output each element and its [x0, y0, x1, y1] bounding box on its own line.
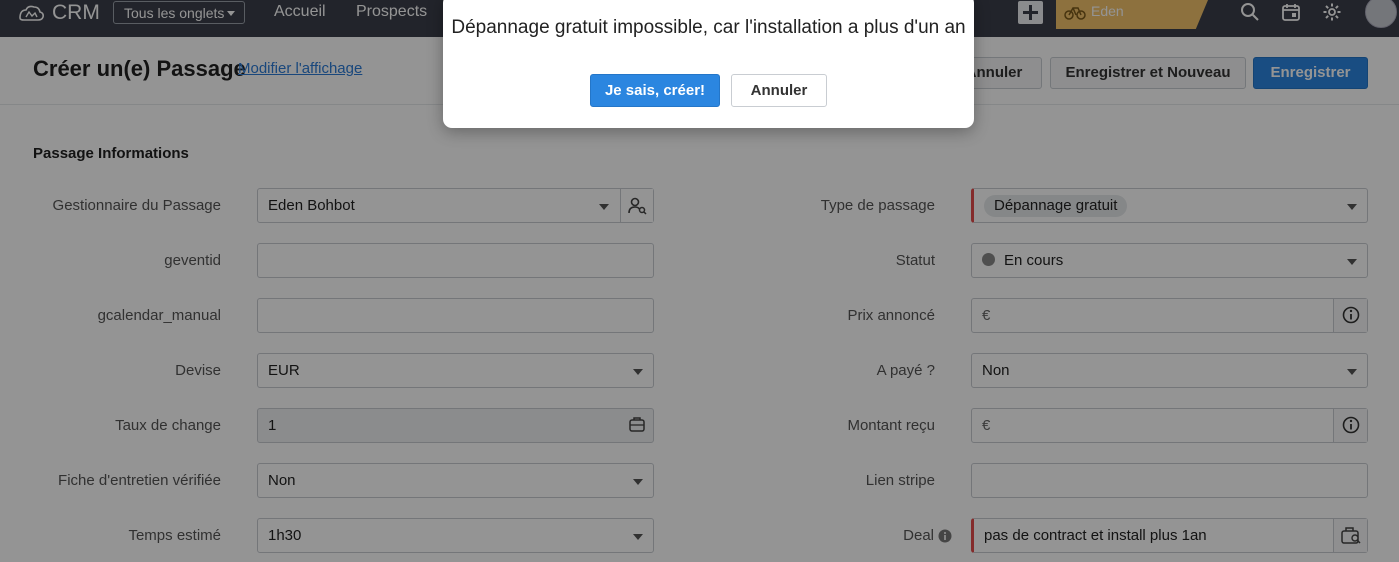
dialog-cancel-button[interactable]: Annuler: [731, 74, 827, 107]
confirm-dialog: Dépannage gratuit impossible, car l'inst…: [443, 0, 974, 128]
dialog-message: Dépannage gratuit impossible, car l'inst…: [451, 17, 966, 38]
confirm-create-button[interactable]: Je sais, créer!: [590, 74, 720, 107]
